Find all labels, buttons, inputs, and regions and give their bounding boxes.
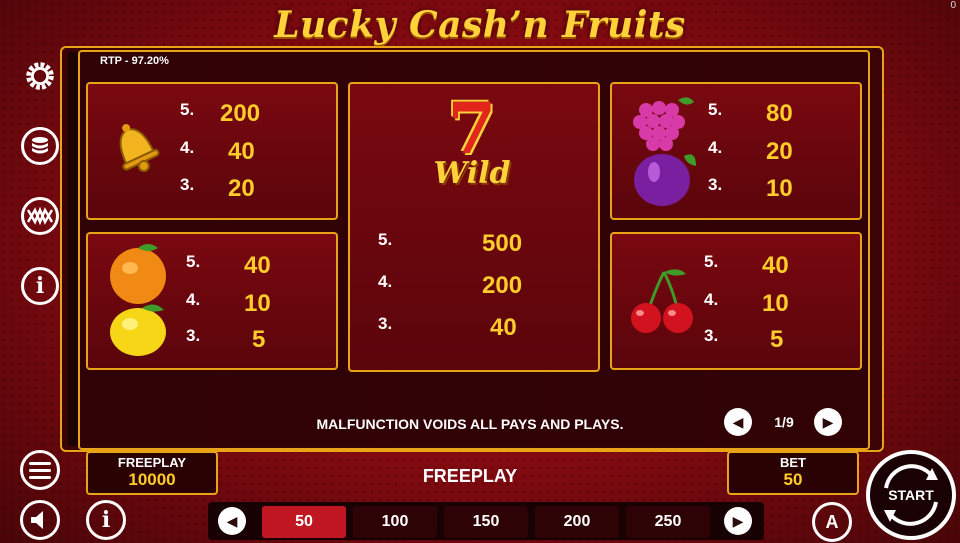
freeplay-balance-value: 10000	[128, 470, 176, 489]
multiplier: 3.	[378, 314, 393, 333]
payout: 40	[228, 138, 255, 165]
wild-label: Wild	[433, 156, 511, 191]
payout: 5	[252, 326, 266, 353]
chevron-right-icon: ▶	[732, 512, 744, 529]
page-indicator: 1/9	[774, 414, 794, 430]
menu-icon	[29, 462, 51, 479]
bet-box: BET 50	[727, 451, 859, 495]
bet-option[interactable]: 150	[444, 506, 528, 538]
paytable-card-cherry: 5. 40 4. 10 3. 5	[610, 232, 862, 370]
lines-icon	[27, 206, 53, 226]
payout: 10	[766, 175, 793, 202]
multiplier: 5.	[704, 252, 719, 271]
corner-counter: 0	[950, 0, 956, 11]
game-title: Lucky Cash’n Fruits	[274, 4, 686, 46]
previous-page-button[interactable]: ◀	[724, 408, 752, 436]
freeplay-balance-label: FREEPLAY	[117, 455, 187, 470]
multiplier: 3.	[704, 326, 719, 345]
malfunction-notice: MALFUNCTION VOIDS ALL PAYS AND PLAYS.	[316, 416, 624, 432]
multiplier: 5.	[378, 230, 393, 249]
sound-button[interactable]	[20, 500, 60, 540]
info-icon: i	[35, 273, 45, 299]
payout: 10	[762, 290, 789, 317]
bet-selector: ◀ 50 100 150 200 250 ▶	[208, 502, 764, 540]
autoplay-button[interactable]: A	[812, 502, 852, 542]
settings-button[interactable]	[21, 57, 59, 95]
payout: 20	[766, 138, 793, 165]
cherry-icon	[631, 269, 693, 333]
multiplier: 5.	[180, 100, 195, 119]
multiplier: 3.	[180, 175, 195, 194]
payout: 40	[762, 252, 789, 279]
payout: 5	[770, 326, 784, 353]
menu-button[interactable]	[20, 450, 60, 490]
payout: 40	[490, 314, 517, 341]
freeplay-balance-box: FREEPLAY 10000	[86, 451, 218, 495]
autoplay-icon: A	[825, 511, 839, 532]
multiplier: 4.	[378, 272, 393, 291]
info-icon: i	[101, 507, 111, 533]
paytable-card-wild: 7 Wild 5. 500 4. 200 3. 40	[348, 82, 600, 372]
payout: 500	[482, 230, 523, 257]
sound-icon	[31, 511, 43, 529]
bet-option[interactable]: 200	[535, 506, 619, 538]
bell-icon	[119, 123, 160, 173]
payout: 40	[244, 252, 271, 279]
paylines-button[interactable]	[21, 197, 59, 235]
bet-increase-button[interactable]: ▶	[724, 507, 752, 535]
payout: 200	[220, 100, 261, 127]
paytable-card-grapes-plum: 5. 80 4. 20 3. 10	[610, 82, 862, 220]
rtp-label: RTP - 97.20%	[100, 55, 169, 67]
chevron-left-icon: ◀	[732, 413, 744, 430]
multiplier: 3.	[708, 175, 723, 194]
paytable-card-orange-lemon: 5. 40 4. 10 3. 5	[86, 232, 338, 370]
payout: 10	[244, 290, 271, 317]
multiplier: 5.	[186, 252, 201, 271]
game-info-button[interactable]: i	[86, 500, 126, 540]
info-button[interactable]: i	[21, 267, 59, 305]
paytable-card-bell: 5. 200 4. 40 3. 20	[86, 82, 338, 220]
start-label: START	[888, 487, 934, 503]
chevron-right-icon: ▶	[822, 413, 834, 430]
coins-icon	[32, 137, 48, 154]
bet-decrease-button[interactable]: ◀	[218, 507, 246, 535]
chevron-left-icon: ◀	[226, 512, 238, 529]
bet-label: BET	[780, 455, 806, 470]
grapes-plum-icon	[633, 97, 696, 206]
bet-option[interactable]: 100	[353, 506, 437, 538]
gear-icon	[26, 62, 54, 90]
bet-value: 50	[783, 470, 803, 489]
next-page-button[interactable]: ▶	[814, 408, 842, 436]
payout: 200	[482, 272, 523, 299]
multiplier: 4.	[186, 290, 201, 309]
freeplay-status: FREEPLAY	[422, 466, 518, 486]
orange-lemon-icon	[110, 244, 166, 356]
multiplier: 3.	[186, 326, 201, 345]
multiplier: 5.	[708, 100, 723, 119]
bet-settings-button[interactable]	[21, 127, 59, 165]
multiplier: 4.	[708, 138, 723, 157]
multiplier: 4.	[180, 138, 195, 157]
start-button[interactable]: START	[866, 450, 956, 540]
seven-symbol: 7	[447, 87, 497, 170]
bet-option[interactable]: 50	[262, 506, 346, 538]
bet-option[interactable]: 250	[626, 506, 710, 538]
payout: 20	[228, 175, 255, 202]
payout: 80	[766, 100, 793, 127]
multiplier: 4.	[704, 290, 719, 309]
